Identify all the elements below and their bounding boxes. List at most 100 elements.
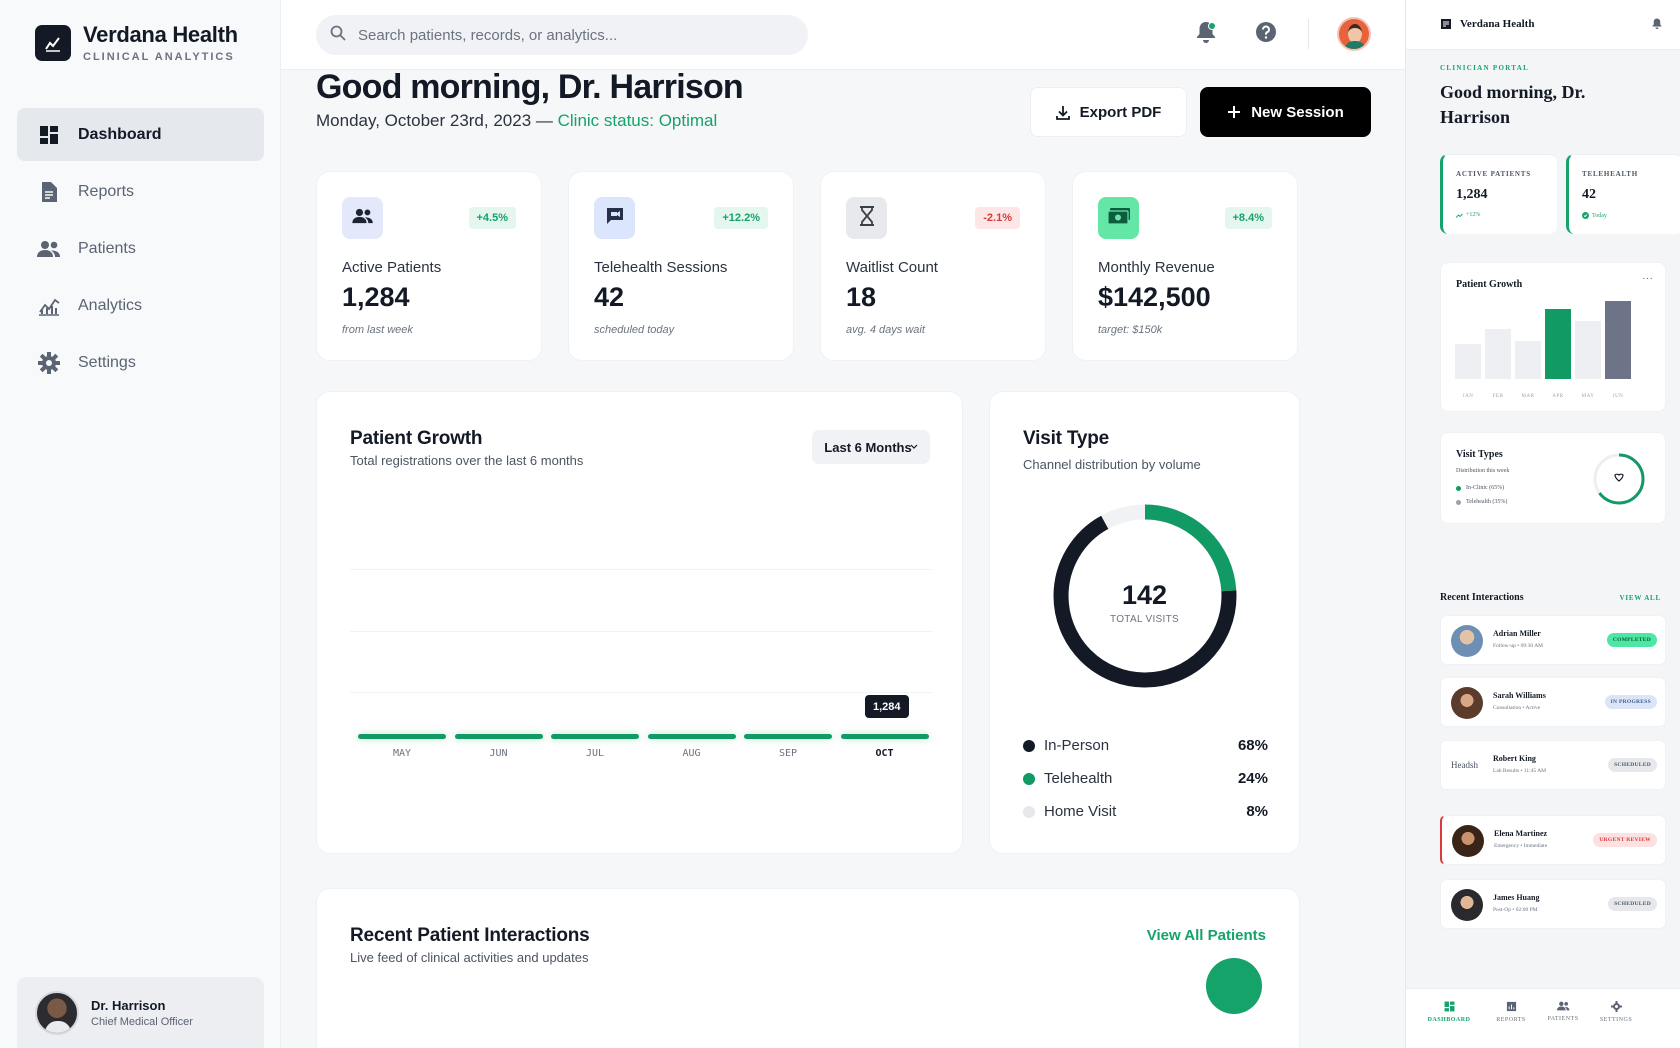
stat-card-revenue[interactable]: +8.4% Monthly Revenue $142,500 target: $…	[1072, 171, 1298, 361]
status-badge: COMPLETED	[1606, 633, 1657, 647]
sidebar-item-reports[interactable]: Reports	[17, 165, 264, 218]
x-tick-label: FEB	[1492, 394, 1504, 399]
sidebar-item-patients[interactable]: Patients	[17, 222, 264, 275]
list-item[interactable]: James Huang Post-Op • 02:00 PM SCHEDULED	[1440, 879, 1666, 929]
user-profile-card[interactable]: Dr. Harrison Chief Medical Officer	[17, 977, 264, 1048]
legend-dot	[1023, 805, 1035, 818]
legend-dot	[1456, 485, 1461, 491]
patient-name: Robert King	[1493, 754, 1536, 763]
stat-note: scheduled today	[594, 324, 675, 336]
preview-bar-feb[interactable]	[1485, 329, 1511, 379]
preview-bar-apr[interactable]	[1545, 309, 1571, 379]
profile-avatar-button[interactable]	[1337, 17, 1371, 51]
preview-notifications-button[interactable]	[1652, 16, 1662, 34]
preview-view-all-link[interactable]: VIEW ALL	[1620, 594, 1661, 602]
sidebar-nav: Dashboard Reports Patients Analytics Set…	[17, 108, 264, 393]
card-title: Patient Growth	[1456, 279, 1523, 290]
sidebar-item-settings[interactable]: Settings	[17, 336, 264, 389]
chart-bar-aug[interactable]	[647, 734, 736, 739]
preview-stat-note-text: Today	[1592, 212, 1607, 219]
preview-stat-card[interactable]: ACTIVE PATIENTS 1,284 +12%	[1440, 154, 1557, 234]
preview-bar-jan[interactable]	[1455, 344, 1481, 379]
chart-bar-jul[interactable]	[551, 734, 639, 739]
gear-icon	[1587, 1001, 1645, 1012]
range-select[interactable]: Last 6 Months	[812, 430, 930, 464]
sidebar-item-label: Patients	[78, 239, 136, 257]
legend-label: In-Clinic (65%)	[1466, 485, 1505, 491]
preview-bottom-nav: DASHBOARD REPORTS PATIENTS SETTINGS	[1406, 988, 1680, 1048]
sidebar-item-label: Analytics	[78, 296, 143, 314]
stat-label: Active Patients	[342, 259, 442, 276]
list-item[interactable]: Headsh Robert King Lab Results • 11:45 A…	[1440, 740, 1666, 790]
export-pdf-label: Export PDF	[1079, 103, 1162, 121]
preview-stat-value: 1,284	[1456, 187, 1488, 202]
patient-growth-card: Patient Growth Total registrations over …	[316, 391, 963, 854]
x-tick-label: SEP	[778, 748, 798, 759]
help-button[interactable]	[1252, 20, 1280, 48]
view-all-patients-link[interactable]: View All Patients	[1147, 927, 1266, 944]
search-box[interactable]	[316, 15, 808, 55]
preview-stat-key: ACTIVE PATIENTS	[1456, 170, 1531, 178]
chart-bar-jun[interactable]	[454, 734, 543, 739]
notifications-button[interactable]	[1192, 20, 1220, 48]
preview-brand[interactable]: Verdana Health	[1440, 18, 1534, 30]
preview-topbar: Verdana Health	[1406, 0, 1680, 50]
floating-action-button[interactable]	[1206, 958, 1262, 1014]
chart-bar-may[interactable]	[358, 734, 446, 739]
preview-bar-jun[interactable]	[1605, 301, 1631, 379]
x-tick-label: JUN	[489, 748, 508, 759]
stat-value: 1,284	[342, 282, 410, 312]
avatar	[1452, 825, 1484, 857]
sidebar-item-analytics[interactable]: Analytics	[17, 279, 264, 332]
recent-interactions-card: Recent Patient Interactions Live feed of…	[316, 888, 1300, 1048]
export-pdf-button[interactable]: Export PDF	[1030, 87, 1187, 137]
brand[interactable]: Verdana Health CLINICAL ANALYTICS	[35, 23, 238, 63]
sidebar-item-label: Settings	[78, 353, 136, 371]
x-tick-label: APR	[1552, 394, 1564, 399]
report-icon	[1440, 18, 1452, 30]
report-icon	[1482, 1001, 1540, 1012]
search-icon	[330, 25, 346, 46]
stat-card-waitlist[interactable]: -2.1% Waitlist Count 18 avg. 4 days wait	[820, 171, 1046, 361]
stat-card-telehealth[interactable]: +12.2% Telehealth Sessions 42 scheduled …	[568, 171, 794, 361]
preview-nav-label: DASHBOARD	[1427, 1017, 1471, 1023]
card-subtitle: Total registrations over the last 6 mont…	[350, 453, 584, 468]
new-session-button[interactable]: New Session	[1200, 87, 1371, 137]
sidebar-item-dashboard[interactable]: Dashboard	[17, 108, 264, 161]
stat-label: Telehealth Sessions	[594, 259, 728, 276]
preview-nav-label: PATIENTS	[1547, 1016, 1579, 1022]
preview-section-title: Recent Interactions	[1440, 592, 1524, 603]
preview-nav-dashboard[interactable]: DASHBOARD	[1418, 995, 1480, 1029]
preview-bar-may[interactable]	[1575, 321, 1601, 379]
topbar	[281, 0, 1405, 70]
status-badge: URGENT REVIEW	[1593, 833, 1657, 847]
preview-nav-settings[interactable]: SETTINGS	[1587, 1001, 1645, 1023]
chart-bar-sep[interactable]	[744, 734, 832, 739]
legend-dot	[1023, 739, 1035, 752]
check-circle-icon	[1582, 212, 1589, 219]
grid-line	[350, 692, 932, 693]
list-item[interactable]: Elena Martinez Emergency • Immediate URG…	[1440, 815, 1666, 865]
broken-image-avatar: Headsh	[1451, 760, 1478, 770]
avatar	[1451, 687, 1483, 719]
hourglass-icon	[859, 205, 875, 231]
chevron-down-icon	[910, 444, 918, 450]
legend-dot	[1456, 499, 1461, 505]
status-badge: IN PROGRESS	[1604, 695, 1657, 709]
chart-bar-oct[interactable]	[840, 734, 929, 739]
preview-stat-card[interactable]: TELEHEALTH 42 Today	[1566, 154, 1680, 234]
preview-bar-mar[interactable]	[1515, 341, 1541, 379]
sidebar-item-label: Reports	[78, 182, 135, 200]
list-item[interactable]: Adrian Miller Follow-up • 09:30 AM COMPL…	[1440, 615, 1666, 665]
document-icon	[37, 180, 61, 204]
users-icon	[351, 208, 374, 229]
list-item[interactable]: Sarah Williams Consultation • Active IN …	[1440, 677, 1666, 727]
legend-label: Home Visit	[1044, 803, 1117, 820]
grid-line	[350, 631, 932, 632]
donut-total: 142	[1121, 580, 1168, 610]
more-icon[interactable]: ···	[1642, 273, 1653, 285]
search-input[interactable]	[358, 26, 788, 44]
stat-card-active-patients[interactable]: +4.5% Active Patients 1,284 from last we…	[316, 171, 542, 361]
preview-nav-patients[interactable]: PATIENTS	[1534, 1001, 1592, 1022]
preview-nav-reports[interactable]: REPORTS	[1482, 1001, 1540, 1023]
